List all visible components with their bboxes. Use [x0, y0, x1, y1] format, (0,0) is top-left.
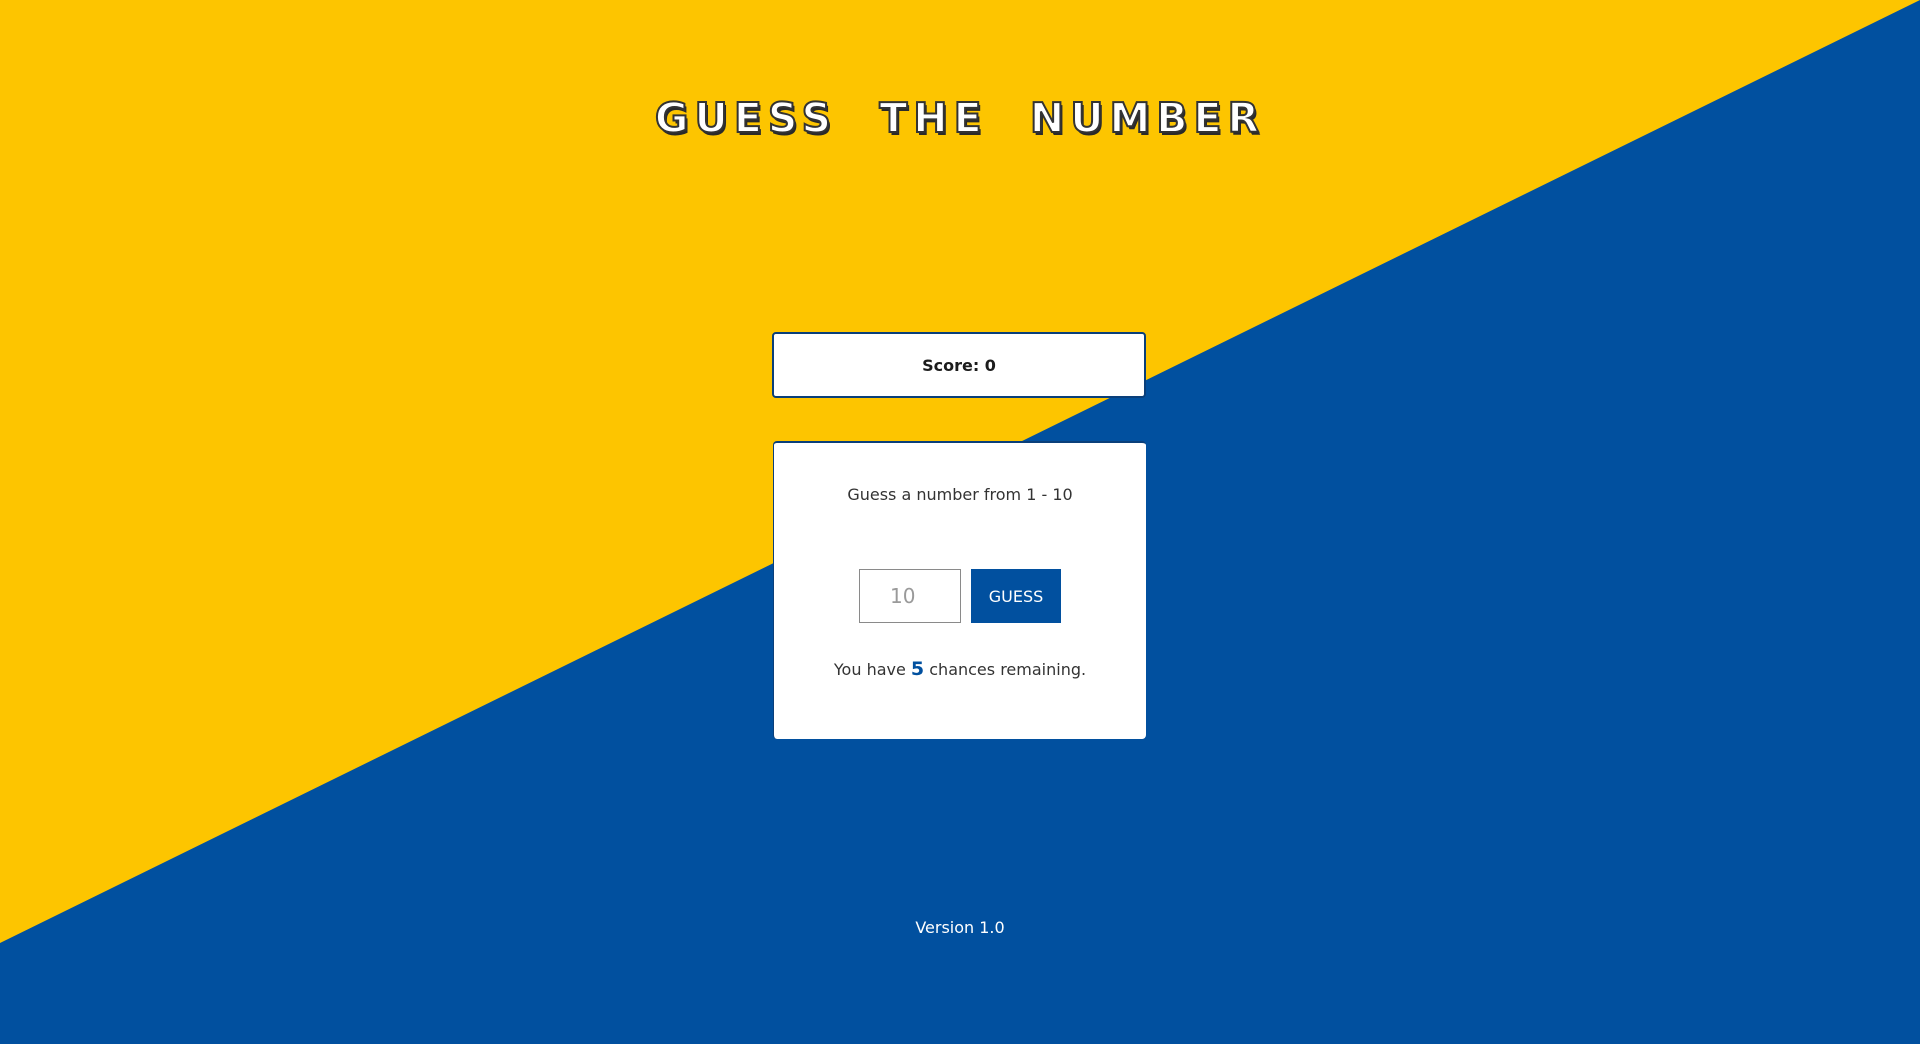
- chances-suffix: chances remaining.: [929, 660, 1087, 679]
- chances-remaining: You have 5 chances remaining.: [774, 658, 1146, 680]
- chances-prefix: You have: [833, 660, 906, 679]
- guess-button[interactable]: GUESS: [971, 569, 1061, 623]
- guess-row: GUESS: [774, 569, 1146, 623]
- version-label: Version 1.0: [915, 918, 1005, 937]
- score-label: Score: 0: [922, 355, 996, 375]
- score-box: Score: 0: [772, 332, 1146, 398]
- game-card: Guess a number from 1 - 10 GUESS You hav…: [773, 441, 1146, 739]
- chances-count: 5: [910, 658, 925, 680]
- guess-input[interactable]: [859, 569, 961, 623]
- page-title: GUESS THE NUMBER: [654, 93, 1266, 143]
- instructions-text: Guess a number from 1 - 10: [847, 485, 1073, 504]
